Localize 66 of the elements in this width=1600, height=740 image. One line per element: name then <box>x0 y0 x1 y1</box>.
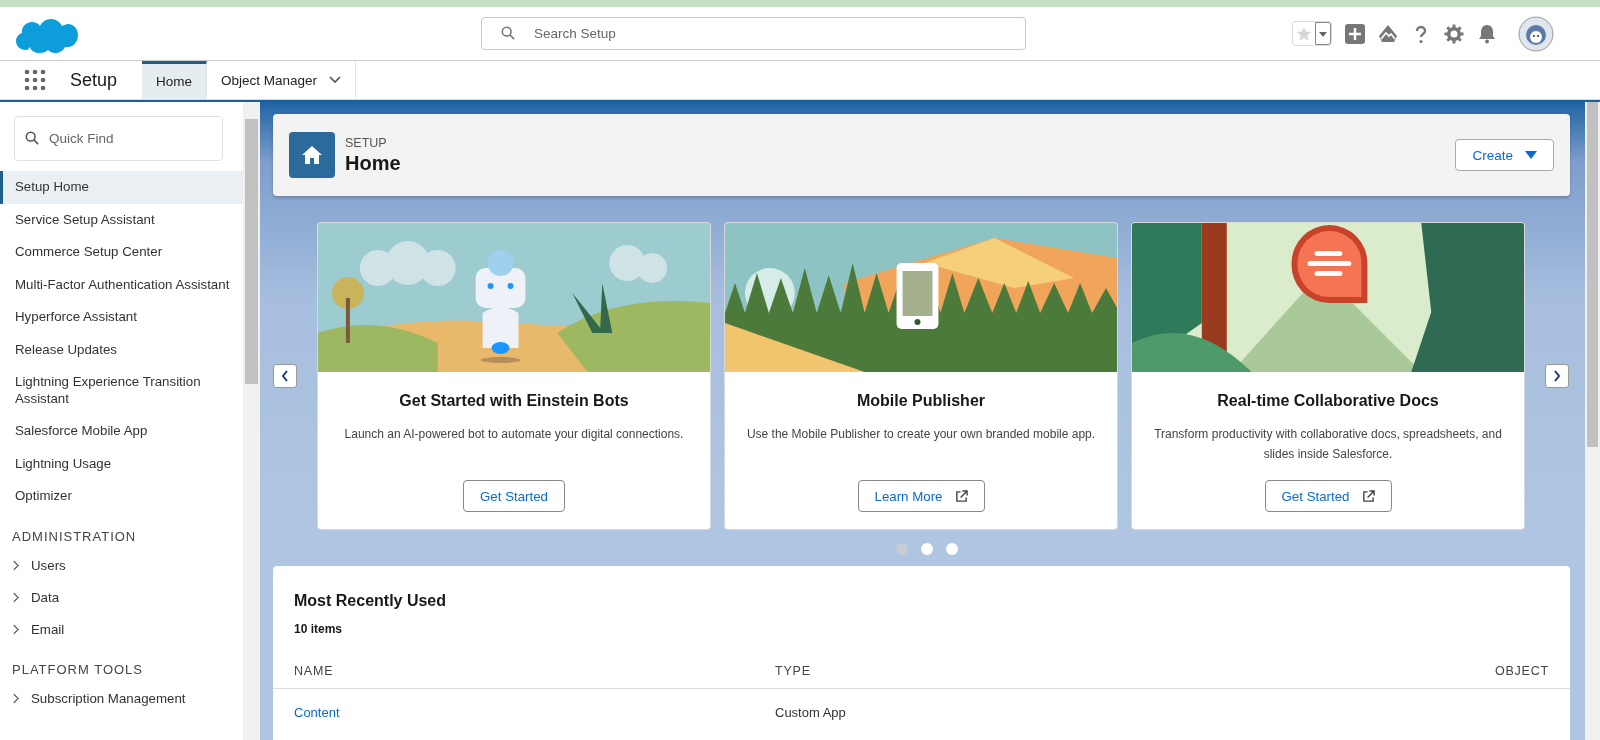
add-icon[interactable] <box>1345 23 1365 44</box>
sidebar-item[interactable]: Salesforce Mobile App <box>0 415 243 448</box>
app-launcher-icon[interactable] <box>24 69 46 91</box>
chevron-right-icon[interactable] <box>12 592 19 603</box>
favorites-button[interactable] <box>1292 21 1332 46</box>
mountain-icon[interactable] <box>1378 23 1398 44</box>
card-description: Use the Mobile Publisher to create your own branded mobile app. <box>746 426 1096 443</box>
sidebar-item[interactable]: Setup Home <box>0 171 243 204</box>
card-title: Real-time Collaborative Docs <box>1217 392 1439 410</box>
card-button[interactable]: Get Started <box>463 480 565 512</box>
column-header: TYPE <box>775 664 811 678</box>
nav-tab[interactable]: Home <box>142 61 208 99</box>
search-icon <box>501 26 515 40</box>
card-title: Get Started with Einstein Bots <box>399 392 629 410</box>
chevron-right-icon[interactable] <box>12 693 19 704</box>
external-link-icon <box>954 489 968 503</box>
search-icon <box>25 131 39 145</box>
section-title: Most Recently Used <box>294 592 447 610</box>
scrollbar[interactable] <box>243 102 260 740</box>
sidebar-item[interactable]: Multi-Factor Authentication Assistant <box>0 268 243 301</box>
card-description: Launch an AI-powered bot to automate your digital connections. <box>344 426 684 443</box>
column-header: OBJECT <box>1494 664 1549 678</box>
create-button[interactable]: Create <box>1455 139 1554 171</box>
sidebar-item[interactable]: Optimizer <box>0 480 243 513</box>
scrollbar[interactable] <box>1585 102 1600 740</box>
settings-icon[interactable] <box>1444 23 1464 44</box>
tree-item[interactable]: Users <box>31 556 66 575</box>
section-heading: PLATFORM TOOLS <box>11 660 145 679</box>
tree-item[interactable]: Data <box>31 588 60 607</box>
sidebar-item[interactable]: Lightning Usage <box>0 447 243 480</box>
previous-button[interactable] <box>273 364 297 388</box>
carousel-dot[interactable] <box>945 543 958 555</box>
caret-down-icon <box>1525 151 1537 159</box>
app-name: Setup <box>70 69 118 91</box>
chevron-right-icon[interactable] <box>12 624 19 635</box>
item-count: 10 items <box>294 622 343 636</box>
chevron-right-icon[interactable] <box>12 560 19 571</box>
sidebar-item[interactable]: Lightning Experience Transition Assistant <box>0 366 243 415</box>
sidebar-item[interactable]: Release Updates <box>0 333 243 366</box>
quick-find-field[interactable]: Quick Find <box>14 116 223 161</box>
carousel-dot[interactable] <box>895 543 908 555</box>
section-heading: ADMINISTRATION <box>11 527 138 546</box>
card-button[interactable]: Get Started <box>1264 480 1392 512</box>
card-description: Transform productivity with collaborative docs, spreadsheets, and slides inside Salesforce. <box>1153 426 1503 463</box>
chevron-left-icon <box>281 370 289 382</box>
table-cell: Custom App <box>775 705 846 720</box>
avatar-icon[interactable] <box>1518 15 1554 52</box>
chevron-right-icon <box>1553 370 1561 382</box>
carousel-dot[interactable] <box>920 543 933 555</box>
home-icon <box>289 132 335 178</box>
chevron-down-icon[interactable] <box>329 76 342 84</box>
notifications-icon[interactable] <box>1477 23 1497 44</box>
name-link[interactable]: Content <box>294 705 340 720</box>
sidebar-item[interactable]: Commerce Setup Center <box>0 236 243 269</box>
sidebar-item[interactable]: Hyperforce Assistant <box>0 301 243 334</box>
search-field[interactable]: Search Setup <box>481 17 1026 50</box>
column-header: NAME <box>294 664 334 678</box>
page-title: Home <box>345 151 401 175</box>
card-title: Mobile Publisher <box>857 392 985 410</box>
next-button[interactable] <box>1545 364 1569 388</box>
tree-item[interactable]: Email <box>31 620 65 639</box>
eyebrow-text: SETUP <box>345 135 388 150</box>
external-link-icon <box>1361 489 1375 503</box>
tree-item[interactable]: Subscription Management <box>31 689 186 708</box>
sidebar-item[interactable]: Service Setup Assistant <box>0 203 243 236</box>
card-button[interactable]: Learn More <box>857 480 985 512</box>
